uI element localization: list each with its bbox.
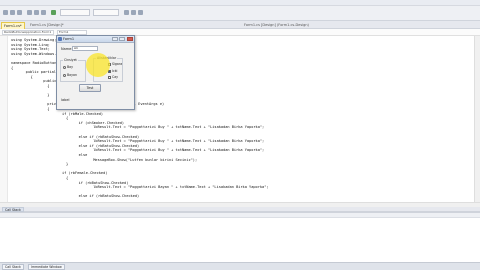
code-line[interactable]: { xyxy=(30,84,49,88)
test-button[interactable]: Test xyxy=(79,84,101,92)
code-line[interactable]: if (rbFemale.Checked) xyxy=(36,171,107,175)
comment-icon[interactable] xyxy=(131,10,136,15)
paste-icon[interactable] xyxy=(41,10,46,15)
code-line[interactable]: } xyxy=(40,162,68,166)
form-title: Form1 xyxy=(63,37,75,41)
code-line[interactable]: lbResult.Text = "Poggattarivi Buy " + tx… xyxy=(50,148,264,152)
start-debug-icon[interactable] xyxy=(51,10,56,15)
checkbox-1[interactable]: Sigara xyxy=(108,62,122,66)
solution-config-dropdown[interactable] xyxy=(60,9,90,16)
checkbox-1-label: Sigara xyxy=(112,62,123,66)
status-tab-immediate[interactable]: Immediate Window xyxy=(28,264,65,270)
radio-female[interactable]: Bayan xyxy=(63,73,77,77)
code-line[interactable]: lbResult.Text = "Poggattarivi Buy " + tx… xyxy=(50,125,264,129)
code-line[interactable]: } xyxy=(30,93,49,97)
code-line[interactable]: { xyxy=(40,176,68,180)
save-icon[interactable] xyxy=(17,10,22,15)
open-file-icon[interactable] xyxy=(10,10,15,15)
editor-tab-strip: Form1.cs* Form1.cs [Design]* Form1.cs [D… xyxy=(0,21,480,29)
gender-group-title: Cinsiyet xyxy=(63,58,78,62)
checkbox-3-box[interactable] xyxy=(108,75,111,79)
close-icon[interactable] xyxy=(127,37,133,41)
tab-form1-design[interactable]: Form1.cs [Design]* xyxy=(28,22,66,29)
find-icon[interactable] xyxy=(124,10,129,15)
cursor-highlight xyxy=(86,53,110,77)
panel-header xyxy=(0,213,480,218)
form-title-bar: Form1 xyxy=(57,36,134,43)
line-gutter xyxy=(0,36,8,202)
code-line[interactable]: else if (rbBatuShow.Checked) xyxy=(44,194,140,198)
form-app-icon xyxy=(58,37,62,41)
radio-male[interactable]: Bay xyxy=(63,65,73,69)
name-label: Name: xyxy=(61,47,73,51)
call-stack-panel xyxy=(0,212,480,262)
tab-form1-design-right[interactable]: Form1.cs [Design] (Form1.cs-Design) xyxy=(242,22,311,29)
copy-icon[interactable] xyxy=(34,10,39,15)
code-line[interactable]: { xyxy=(40,116,68,120)
checkbox-3[interactable]: Cay xyxy=(108,75,118,79)
code-line[interactable]: if (chSmoker.Checked) xyxy=(44,121,124,125)
name-input[interactable]: Ali xyxy=(72,46,98,51)
code-line[interactable]: using System.Drawing; xyxy=(11,38,56,42)
type-dropdown[interactable]: RadioButtonsApplication.Form1 xyxy=(2,30,54,35)
code-line[interactable]: { xyxy=(30,107,49,111)
vertical-scrollbar[interactable] xyxy=(474,36,480,202)
code-line[interactable]: MessageBox.Show("Lutfen bunlar birini Se… xyxy=(50,158,197,162)
code-line[interactable]: if (rbMale.Checked) xyxy=(36,112,103,116)
status-tab-call-stack[interactable]: Call Stack xyxy=(2,264,24,270)
checkbox-3-label: Cay xyxy=(112,75,119,79)
result-label: label xyxy=(61,98,70,102)
main-toolbar xyxy=(0,6,480,21)
new-file-icon[interactable] xyxy=(3,10,8,15)
platform-dropdown[interactable] xyxy=(93,9,119,16)
uncomment-icon[interactable] xyxy=(138,10,143,15)
checkbox-2-label: Icki xyxy=(112,69,118,73)
checkbox-2[interactable]: Icki xyxy=(108,69,117,73)
bottom-status-bar: Call Stack Immediate Window xyxy=(0,262,480,270)
code-line[interactable]: else if (rbBatuShow.Checked) xyxy=(44,135,140,139)
code-line[interactable]: lbResult.Text = "Poggattarivi Bayan " + … xyxy=(50,185,268,189)
code-line[interactable]: lbResult.Text = "Poggattarivi Buy " + tx… xyxy=(50,139,264,143)
tab-form1-code[interactable]: Form1.cs* xyxy=(1,22,25,29)
radio-female-indicator[interactable] xyxy=(63,73,66,77)
code-line[interactable]: using System.Linq; xyxy=(11,43,50,47)
code-line[interactable]: { xyxy=(11,66,13,70)
cut-icon[interactable] xyxy=(27,10,32,15)
radio-female-label: Bayan xyxy=(67,73,77,77)
radio-male-indicator[interactable] xyxy=(63,65,66,69)
code-line[interactable]: else xyxy=(44,153,88,157)
minimize-icon[interactable] xyxy=(112,37,118,41)
code-line[interactable]: else if (rbBatuShow.Checked) xyxy=(44,144,140,148)
radio-male-label: Bay xyxy=(67,65,74,69)
gender-groupbox: Cinsiyet Bay Bayan xyxy=(60,58,86,82)
code-line[interactable]: using System.Text; xyxy=(11,47,50,51)
code-line[interactable]: { xyxy=(22,75,33,79)
code-line[interactable]: if (rbBatuShow.Checked) xyxy=(44,181,129,185)
maximize-icon[interactable] xyxy=(119,37,125,41)
